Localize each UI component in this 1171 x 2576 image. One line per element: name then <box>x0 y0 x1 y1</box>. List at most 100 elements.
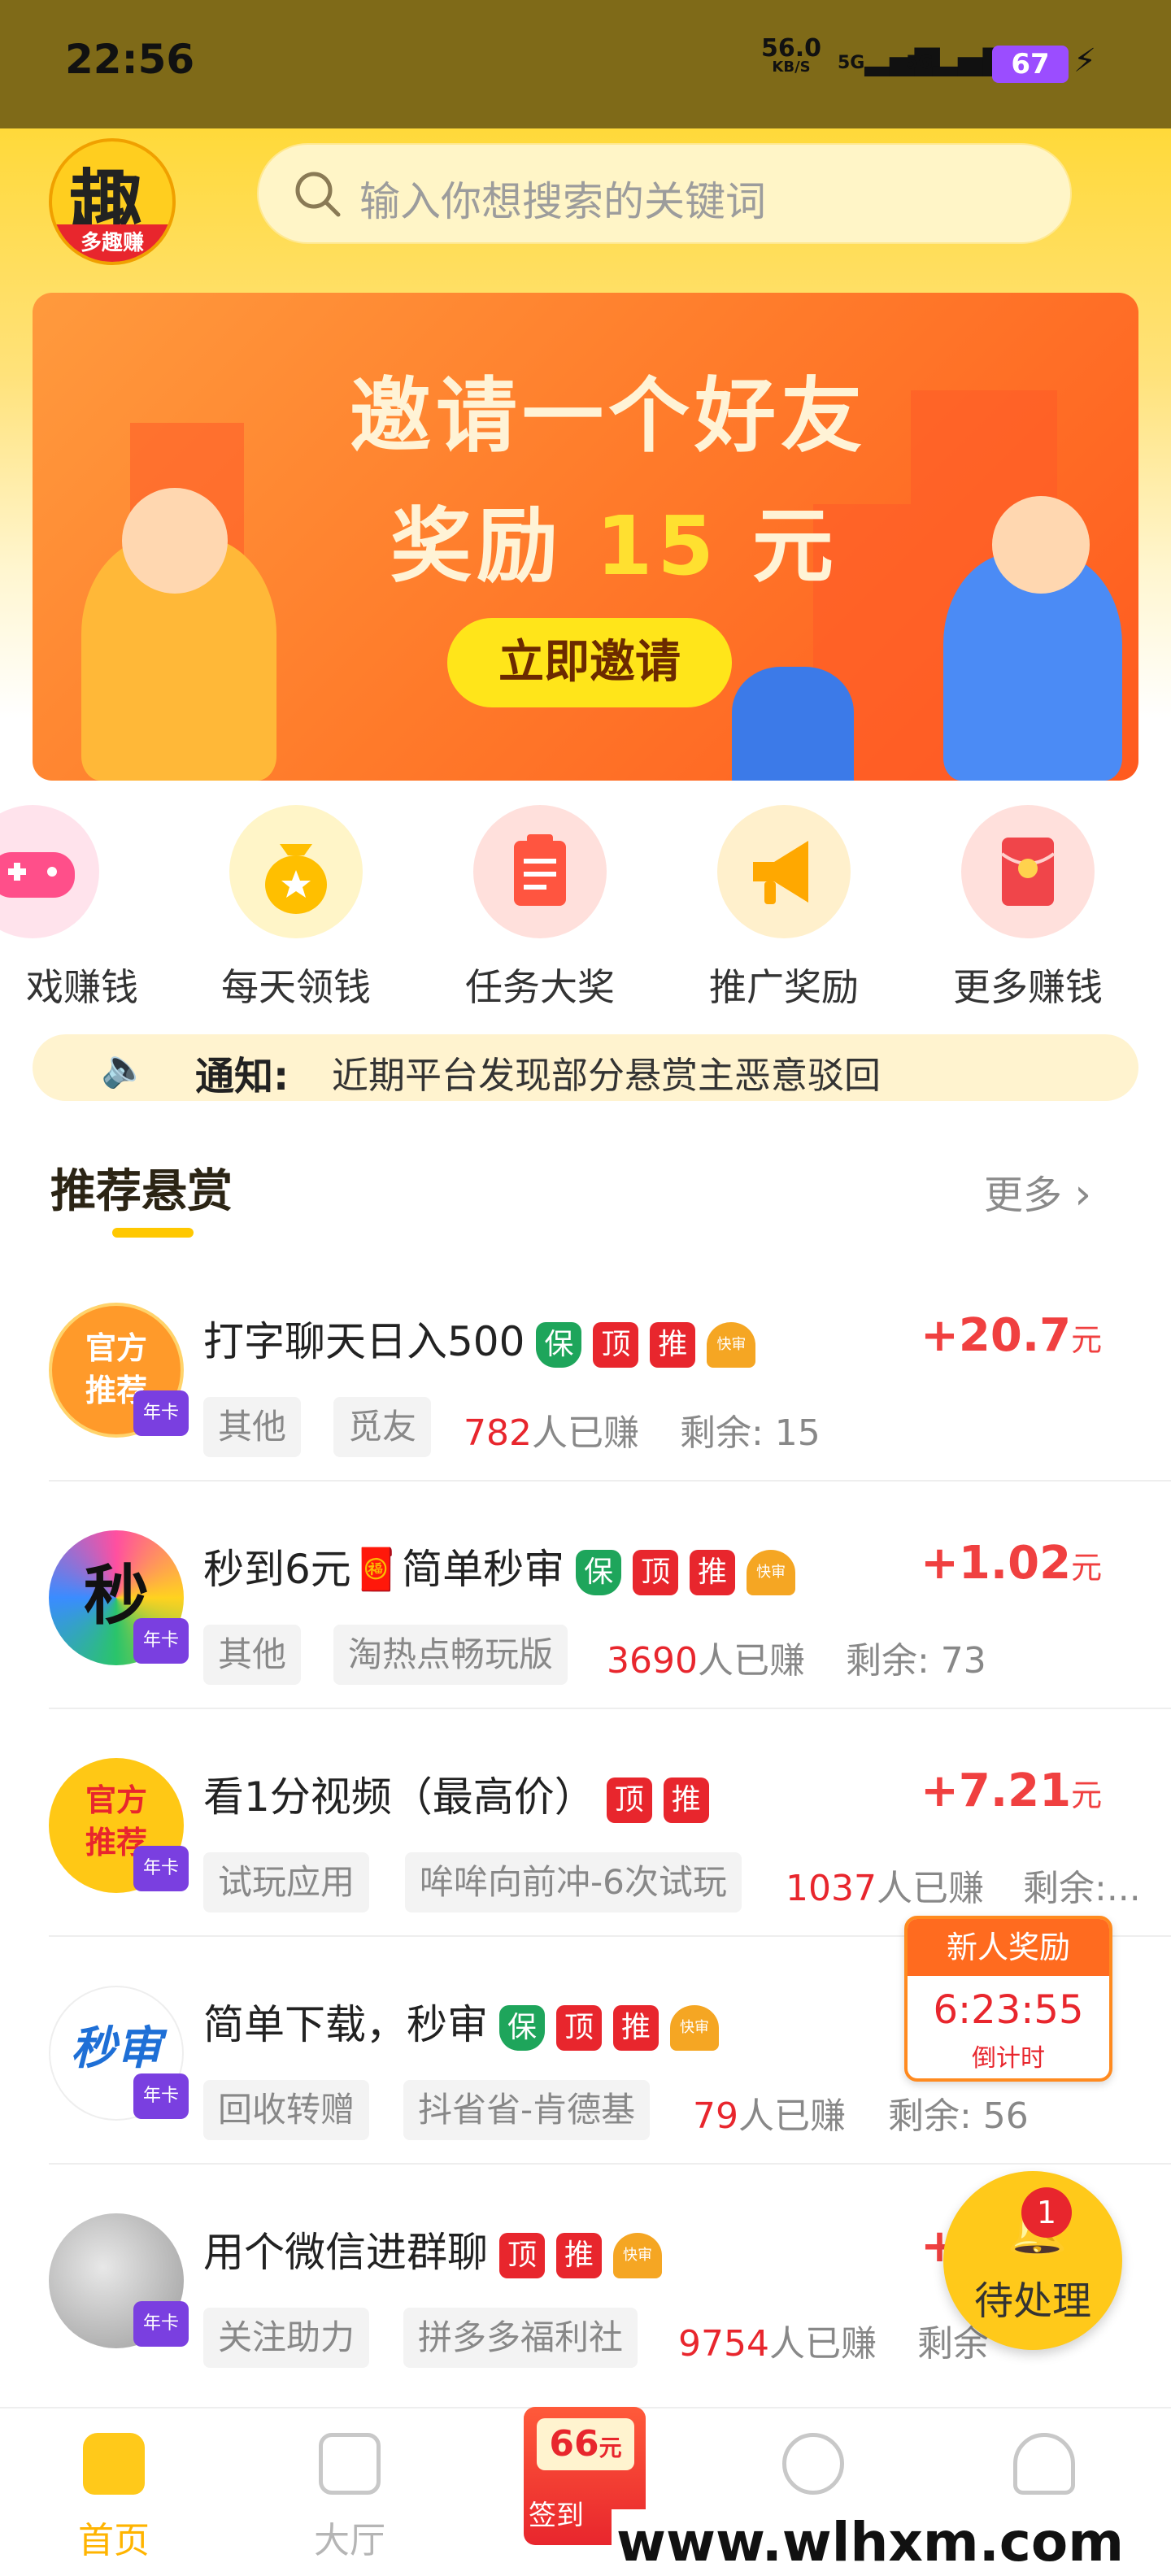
notice-bar[interactable]: 🔈 通知: 近期平台发现部分悬赏主恶意驳回 <box>33 1034 1138 1101</box>
compass-icon <box>782 2433 844 2495</box>
fast-review-badge: 快审 <box>670 2004 719 2051</box>
net-speed-value: 56.0 <box>761 34 822 63</box>
invite-banner[interactable]: 邀请一个好友 奖励 15 元 立即邀请 <box>33 293 1138 781</box>
guarantee-badge: 保 <box>576 1549 622 1595</box>
signal-label-2: 5G <box>906 53 934 73</box>
more-link[interactable]: 更多 › <box>984 1163 1091 1220</box>
chart-icon <box>319 2433 381 2495</box>
feature-game-earn[interactable]: 戏赚钱 <box>0 805 138 1012</box>
feature-label: 每天领钱 <box>221 965 371 1009</box>
price-unit: 元 <box>1071 1778 1103 1813</box>
task-title: 秒到6元🧧简单秒审保顶推快审 <box>203 1537 796 1595</box>
recommend-badge: 推 <box>663 1777 709 1823</box>
divider <box>49 1708 1171 1709</box>
task-price: +1.02元 <box>921 1537 1102 1590</box>
search-icon <box>295 172 341 217</box>
reward-amount: 15 <box>595 498 719 594</box>
task-tag: 试玩应用 <box>203 1852 370 1912</box>
reward-prefix: 奖励 <box>390 498 596 594</box>
crown-badge: 年卡 <box>133 1618 189 1664</box>
earned-suffix: 人已赚 <box>531 1412 639 1454</box>
search-input[interactable]: 输入你想搜索的关键词 <box>257 143 1072 244</box>
crown-badge: 年卡 <box>133 1846 189 1891</box>
app-logo[interactable]: 趣 多趣赚 <box>49 138 176 265</box>
sign-in-amount-value: 66 <box>549 2423 599 2465</box>
section-underline <box>112 1228 194 1238</box>
net-speed: 56.0 KB/S <box>761 37 821 75</box>
notice-label: 通知: <box>195 1054 289 1099</box>
red-packet-icon <box>961 805 1095 938</box>
task-title-text: 用个微信进群聊 <box>203 2229 488 2276</box>
earned-count: 9754人已赚 <box>678 2314 877 2366</box>
price-value: +1.02 <box>921 1537 1072 1590</box>
home-icon <box>83 2433 145 2495</box>
earned-suffix: 人已赚 <box>768 2323 877 2365</box>
invite-now-button[interactable]: 立即邀请 <box>447 618 732 707</box>
earned-count: 1037人已赚 <box>786 1859 984 1911</box>
nav-profile[interactable] <box>963 2433 1125 2495</box>
remaining-count: 剩余: 56 <box>888 2095 1029 2137</box>
nav-discover[interactable] <box>732 2433 895 2495</box>
price-unit: 元 <box>1071 1322 1103 1358</box>
earned-suffix: 人已赚 <box>697 1640 805 1682</box>
task-title-text: 秒到6元🧧简单秒审 <box>203 1546 565 1593</box>
earned-suffix: 人已赚 <box>738 2095 846 2137</box>
more-label: 更多 <box>984 1173 1063 1218</box>
pending-count-badge: 1 <box>1021 2187 1072 2238</box>
feature-promo-reward[interactable]: 推广奖励 <box>678 805 890 1012</box>
feature-daily-money[interactable]: 每天领钱 <box>190 805 402 1012</box>
chevron-right-icon: › <box>1074 1170 1092 1219</box>
user-icon <box>1013 2433 1075 2495</box>
countdown-time: 6:23:55 <box>933 1987 1084 2033</box>
nav-hall[interactable]: 大厅 <box>268 2433 431 2563</box>
feature-more-earn[interactable]: 更多赚钱 <box>922 805 1134 1012</box>
avatar-text: 秒审 <box>71 2022 162 2075</box>
task-tag: 关注助力 <box>203 2308 370 2368</box>
feature-label: 更多赚钱 <box>953 965 1103 1009</box>
task-title-text: 简单下载，秒审 <box>203 2001 488 2048</box>
guarantee-badge: 保 <box>499 2004 545 2051</box>
pending-button[interactable]: 🔔 1 待处理 <box>943 2171 1122 2350</box>
task-title: 简单下载，秒审保顶推快审 <box>203 1992 719 2051</box>
crown-badge: 年卡 <box>133 1390 189 1436</box>
earned-suffix: 人已赚 <box>876 1868 984 1909</box>
status-bar: 22:56 56.0 KB/S 5G▂▄▆ 5G▂▄▆ 67 ⚡ <box>0 0 1171 128</box>
task-row[interactable]: 官方推荐 年卡 打字聊天日入500 保顶推快审 +20.7元 其他 觅友 782人… <box>0 1268 1171 1496</box>
top-badge: 顶 <box>556 2004 602 2051</box>
newbie-reward-widget[interactable]: 新人奖励 6:23:55 倒计时 <box>904 1916 1112 2082</box>
fast-review-badge: 快审 <box>707 1321 756 1368</box>
countdown-label: 倒计时 <box>972 2044 1045 2073</box>
nav-label: 首页 <box>78 2520 150 2561</box>
notice-text: 近期平台发现部分悬赏主恶意驳回 <box>332 1054 882 1097</box>
cartoon-head-right <box>992 496 1090 594</box>
recommend-badge: 推 <box>650 1321 696 1368</box>
signal-label-1: 5G <box>838 53 865 73</box>
fast-review-badge: 快审 <box>747 1549 796 1595</box>
sign-in-amount-unit: 元 <box>599 2435 622 2461</box>
megaphone-icon <box>717 805 851 938</box>
gamepad-icon <box>0 805 99 938</box>
feature-task-prize[interactable]: 任务大奖 <box>434 805 646 1012</box>
task-tag: 淘热点畅玩版 <box>333 1625 568 1685</box>
task-tag: 抖省省-肯德基 <box>403 2080 651 2140</box>
task-row[interactable]: 秒 年卡 秒到6元🧧简单秒审保顶推快审 +1.02元 其他 淘热点畅玩版 369… <box>0 1496 1171 1724</box>
guarantee-badge: 保 <box>536 1321 582 1368</box>
task-tag: 其他 <box>203 1397 302 1457</box>
section-title: 推荐悬赏 <box>50 1165 233 1218</box>
status-time: 22:56 <box>65 36 195 83</box>
clipboard-icon <box>473 805 607 938</box>
top-badge: 顶 <box>593 1321 639 1368</box>
newbie-title: 新人奖励 <box>908 1919 1109 1976</box>
charging-icon: ⚡ <box>1073 42 1097 80</box>
task-price: +7.21元 <box>921 1764 1102 1817</box>
cartoon-head-left <box>122 488 228 594</box>
crown-badge: 年卡 <box>133 2073 189 2119</box>
task-title: 看1分视频（最高价）顶推 <box>203 1764 709 1823</box>
nav-home[interactable]: 首页 <box>33 2433 195 2563</box>
recommend-badge: 推 <box>556 2232 602 2278</box>
feature-label: 推广奖励 <box>709 965 859 1009</box>
recommend-badge: 推 <box>613 2004 659 2051</box>
logo-subtitle: 多趣赚 <box>52 224 172 262</box>
speaker-icon: 🔈 <box>101 1046 148 1090</box>
feature-label: 任务大奖 <box>465 965 615 1009</box>
